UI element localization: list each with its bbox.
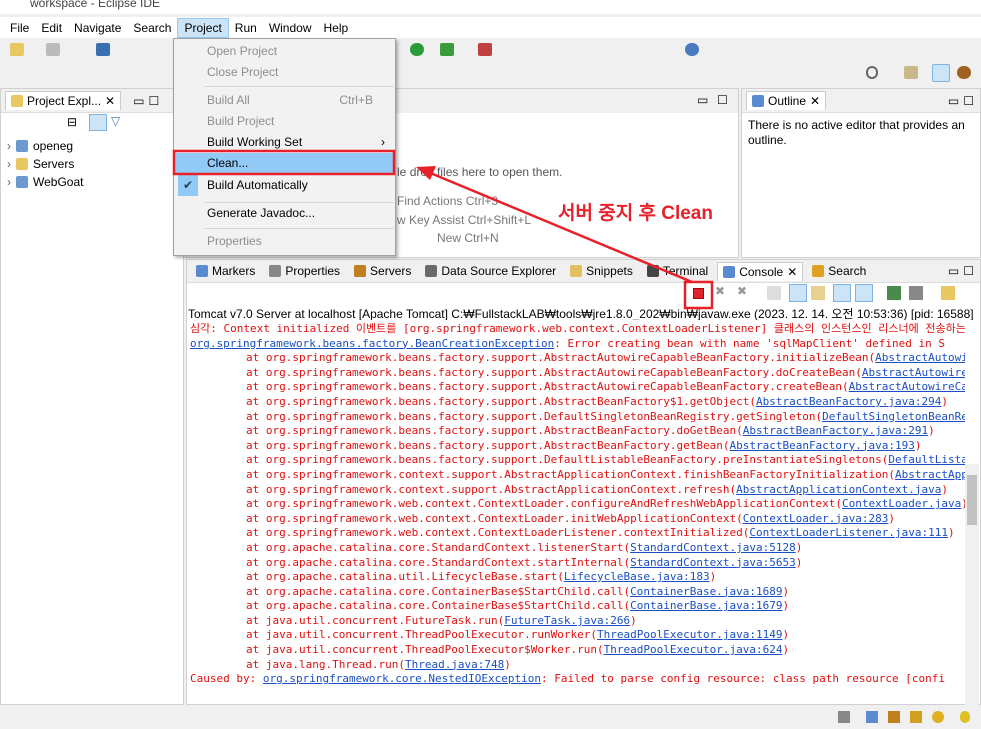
annotation-text: 서버 중지 후 Clean — [558, 203, 713, 224]
arrow-head — [416, 166, 436, 180]
annotation-arrow — [427, 170, 693, 284]
clean-highlight-box — [172, 149, 396, 176]
stop-button-highlight-box — [683, 280, 714, 310]
annotation-overlay — [172, 149, 714, 310]
